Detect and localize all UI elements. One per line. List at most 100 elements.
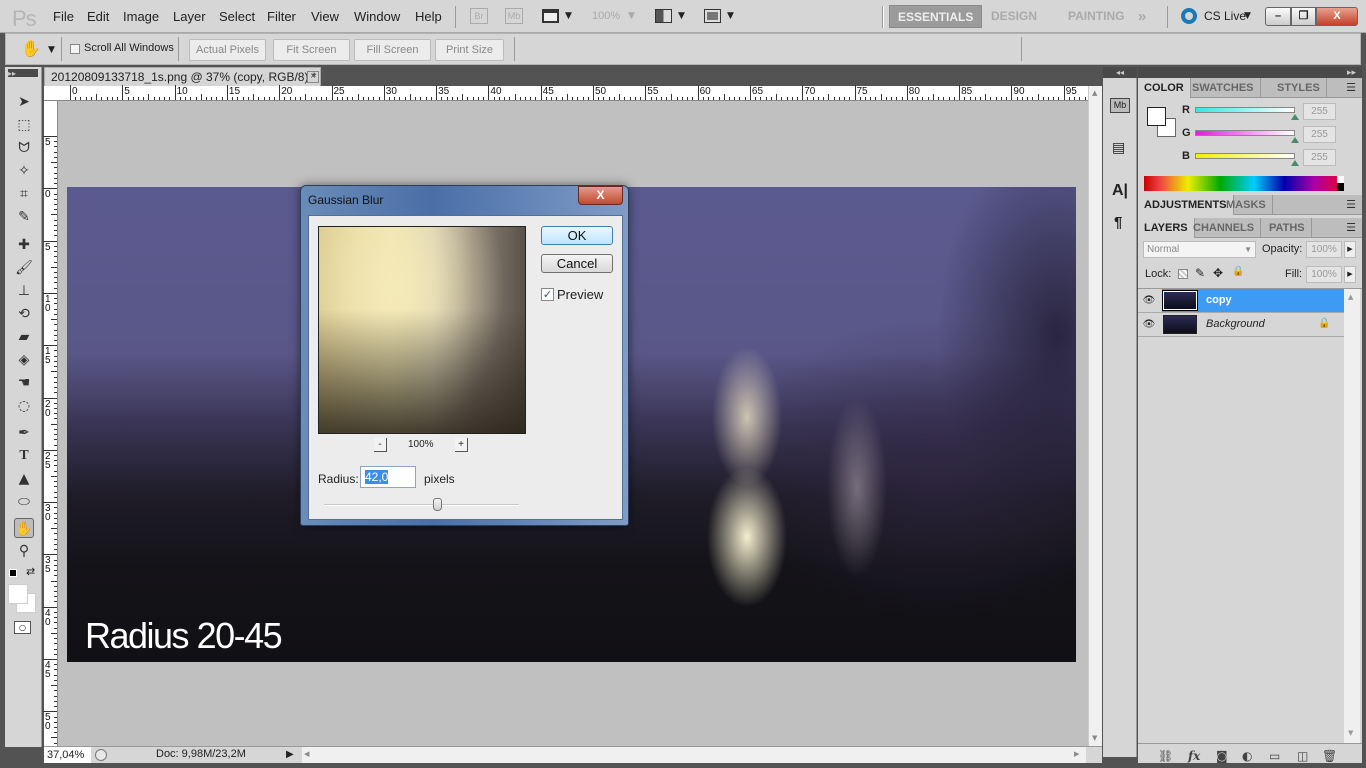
vertical-scrollbar[interactable]: ▲ ▼: [1088, 86, 1102, 746]
foreground-color-swatch[interactable]: [1147, 107, 1166, 126]
menu-filter[interactable]: Filter: [267, 9, 296, 24]
chevron-down-icon[interactable]: ▼: [727, 11, 734, 21]
marquee-tool-icon[interactable]: ⬚: [14, 115, 34, 135]
zoom-out-button[interactable]: -: [374, 438, 387, 452]
scroll-down-icon[interactable]: ▼: [1348, 729, 1353, 737]
red-slider-thumb[interactable]: [1291, 114, 1299, 120]
chevron-down-icon[interactable]: ▼: [678, 11, 685, 21]
scroll-left-icon[interactable]: ◀: [304, 750, 309, 758]
blue-slider-thumb[interactable]: [1291, 160, 1299, 166]
panel-menu-icon[interactable]: ☰: [1346, 221, 1356, 234]
cancel-button[interactable]: Cancel: [541, 254, 613, 273]
blur-preview[interactable]: [318, 226, 526, 434]
zoom-tool-icon[interactable]: ⚲: [14, 541, 34, 561]
foreground-color-swatch[interactable]: [8, 584, 28, 604]
layer-row-background[interactable]: 👁 Background 🔒: [1138, 313, 1344, 337]
radius-slider-track[interactable]: [324, 504, 519, 506]
scroll-right-icon[interactable]: ▶: [1074, 750, 1079, 758]
panel-menu-icon[interactable]: ☰: [1346, 198, 1356, 211]
smudge-tool-icon[interactable]: ◌: [14, 396, 34, 416]
swap-colors-icon[interactable]: ⇄: [26, 565, 35, 578]
adjustment-layer-icon[interactable]: ◐: [1242, 749, 1252, 763]
radius-input[interactable]: 42,0: [360, 466, 416, 488]
quick-mask-icon[interactable]: ○: [14, 621, 31, 634]
close-window-button[interactable]: X: [1316, 7, 1358, 26]
cs-live-label[interactable]: CS Live: [1204, 9, 1246, 23]
arrange-documents-icon[interactable]: [542, 9, 559, 23]
fill-slider-arrow-icon[interactable]: ▶: [1344, 266, 1356, 283]
eyedropper-tool-icon[interactable]: ✎: [14, 207, 34, 227]
layers-scrollbar[interactable]: ▲ ▼: [1344, 289, 1360, 744]
new-layer-icon[interactable]: ◫: [1297, 749, 1308, 763]
zoom-level[interactable]: 100%: [592, 10, 620, 22]
clone-stamp-tool-icon[interactable]: ⊥: [14, 281, 34, 301]
workspace-essentials[interactable]: ESSENTIALS: [889, 5, 983, 28]
layer-row-copy[interactable]: 👁 copy: [1138, 289, 1344, 313]
minimize-button[interactable]: –: [1265, 7, 1291, 26]
lock-position-icon[interactable]: ✥: [1213, 266, 1223, 280]
print-size-button[interactable]: Print Size: [435, 39, 504, 61]
fill-input[interactable]: 100%: [1306, 266, 1342, 283]
layer-name[interactable]: Background: [1206, 318, 1265, 330]
workspace-design[interactable]: DESIGN: [983, 5, 1045, 28]
opacity-input[interactable]: 100%: [1306, 241, 1342, 258]
panel-menu-icon[interactable]: ☰: [1346, 81, 1356, 94]
tab-styles[interactable]: STYLES: [1271, 78, 1327, 98]
workspace-painting[interactable]: PAINTING: [1060, 5, 1132, 28]
chevron-down-icon[interactable]: ▼: [48, 45, 55, 55]
chevron-down-icon[interactable]: ▼: [628, 11, 635, 21]
tab-color[interactable]: COLOR: [1138, 78, 1191, 98]
pen-tool-icon[interactable]: ✒: [14, 423, 34, 443]
tab-swatches[interactable]: SWATCHES: [1186, 78, 1261, 98]
visibility-eye-icon[interactable]: 👁: [1140, 292, 1158, 309]
type-tool-icon[interactable]: T: [14, 446, 34, 466]
more-workspaces-icon[interactable]: »: [1130, 5, 1154, 28]
red-value[interactable]: 255: [1303, 103, 1336, 120]
screen-mode-icon[interactable]: [704, 9, 721, 23]
magic-wand-tool-icon[interactable]: ✧: [14, 161, 34, 181]
blend-mode-select[interactable]: Normal ▼: [1143, 241, 1256, 258]
ok-button[interactable]: OK: [541, 226, 613, 245]
black-swatch[interactable]: [1337, 183, 1344, 191]
blue-slider[interactable]: [1195, 153, 1295, 159]
menu-window[interactable]: Window: [354, 9, 400, 24]
dialog-close-button[interactable]: X: [578, 186, 623, 205]
document-tab[interactable]: 20120809133718_1s.png @ 37% (copy, RGB/8…: [44, 67, 321, 87]
close-tab-icon[interactable]: ×: [307, 71, 319, 83]
link-layers-icon[interactable]: ⛓: [1158, 749, 1173, 763]
hand-tool-icon[interactable]: ✋: [21, 39, 41, 58]
zoom-field[interactable]: 37,04%: [44, 747, 91, 763]
collapse-icon[interactable]: ▸▸: [8, 69, 38, 78]
fill-screen-button[interactable]: Fill Screen: [354, 39, 431, 61]
lock-transparency-icon[interactable]: [1178, 269, 1188, 279]
layer-name[interactable]: copy: [1206, 294, 1232, 306]
mini-bridge-icon[interactable]: Mb: [505, 8, 523, 24]
white-swatch[interactable]: [1337, 176, 1344, 183]
actual-pixels-button[interactable]: Actual Pixels: [189, 39, 266, 61]
green-value[interactable]: 255: [1303, 126, 1336, 143]
path-selection-tool-icon[interactable]: ▲: [14, 469, 34, 489]
brush-tool-icon[interactable]: 🖌: [14, 258, 34, 278]
healing-brush-tool-icon[interactable]: ✚: [14, 235, 34, 255]
mini-bridge-icon[interactable]: Mb: [1110, 98, 1130, 113]
eraser-tool-icon[interactable]: ▰: [14, 327, 34, 347]
status-menu-arrow-icon[interactable]: ▶: [286, 749, 294, 760]
menu-layer[interactable]: Layer: [173, 9, 206, 24]
ellipse-tool-icon[interactable]: ⬭: [14, 492, 34, 512]
menu-image[interactable]: Image: [123, 9, 159, 24]
scroll-down-icon[interactable]: ▼: [1092, 734, 1097, 742]
radius-slider-thumb[interactable]: [433, 498, 443, 511]
tab-paths[interactable]: PATHS: [1263, 218, 1312, 238]
lock-pixels-icon[interactable]: ✎: [1195, 266, 1205, 280]
default-colors-icon[interactable]: [9, 569, 17, 577]
paint-bucket-tool-icon[interactable]: ◈: [14, 350, 34, 370]
restore-button[interactable]: ❐: [1291, 7, 1316, 26]
chevron-down-icon[interactable]: ▼: [1244, 11, 1251, 21]
green-slider-thumb[interactable]: [1291, 137, 1299, 143]
opacity-slider-arrow-icon[interactable]: ▶: [1344, 241, 1356, 258]
zoom-in-button[interactable]: +: [455, 438, 468, 452]
tab-channels[interactable]: CHANNELS: [1187, 218, 1262, 238]
character-icon[interactable]: A|: [1112, 182, 1128, 200]
history-icon[interactable]: ▤: [1112, 140, 1125, 156]
new-group-icon[interactable]: ▭: [1269, 749, 1280, 763]
